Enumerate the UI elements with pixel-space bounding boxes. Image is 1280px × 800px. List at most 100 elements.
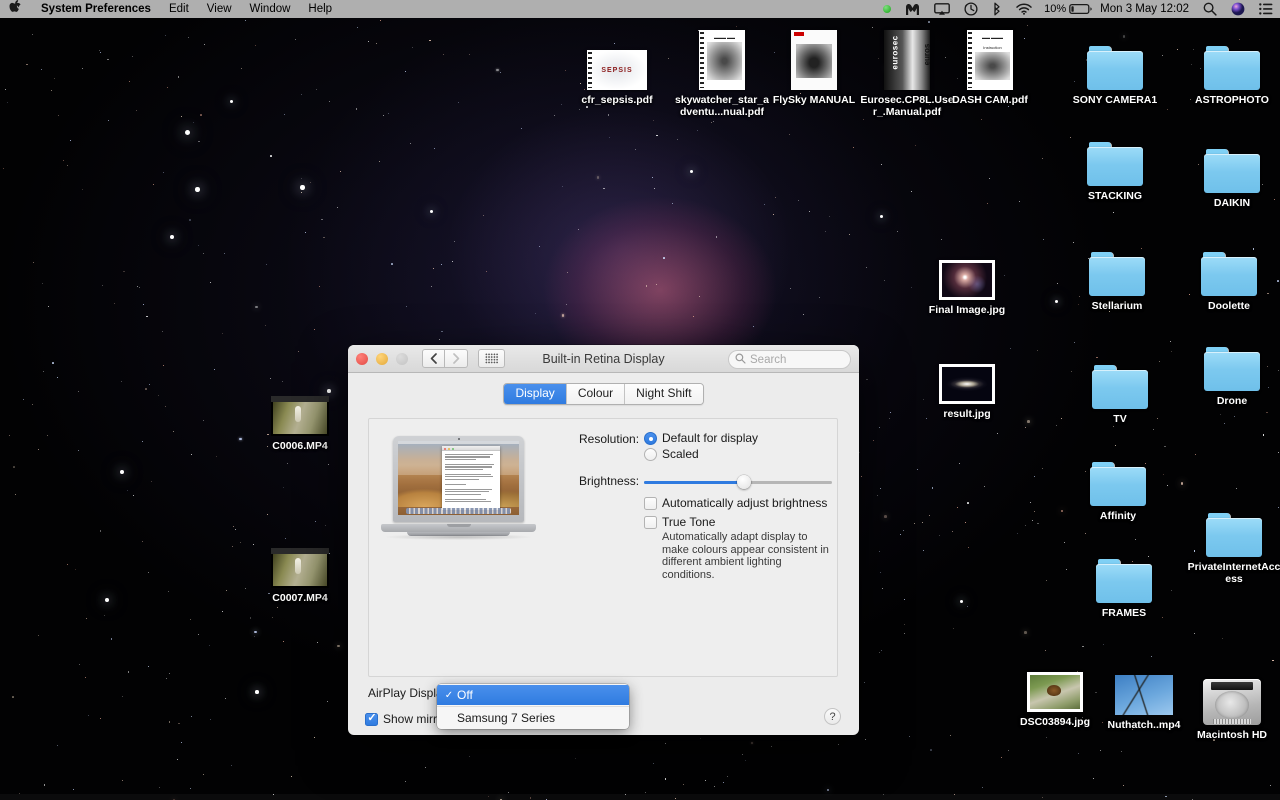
minimize-button[interactable] <box>376 352 388 365</box>
desktop-icon-label: STACKING <box>1087 190 1143 202</box>
wifi-icon[interactable] <box>1009 0 1039 18</box>
desktop-icon-thumb <box>1204 28 1260 90</box>
desktop-icon[interactable]: FlySky MANUAL <box>766 28 862 106</box>
desktop-icon-label: Stellarium <box>1091 300 1143 312</box>
notification-center-icon[interactable] <box>1252 0 1280 18</box>
preview-window-titlebar <box>442 446 500 451</box>
desktop-icon[interactable]: TV <box>1072 347 1168 425</box>
desktop-icon-label: Doolette <box>1208 300 1250 312</box>
desktop-icon[interactable]: C0006.MP4 <box>252 374 348 452</box>
checkbox-auto-adjust-brightness[interactable] <box>644 496 657 510</box>
menu-item-window[interactable]: Window <box>241 3 300 15</box>
desktop-icon[interactable]: ASTROPHOTO <box>1184 28 1280 106</box>
preview-menubar <box>398 441 519 444</box>
brightness-slider[interactable] <box>644 475 832 489</box>
desktop-icon-thumb <box>1090 444 1146 506</box>
tab-display[interactable]: Display <box>504 384 567 404</box>
show-all-button[interactable] <box>478 349 505 368</box>
back-button[interactable] <box>422 349 445 368</box>
menu-item-edit[interactable]: Edit <box>160 3 198 15</box>
slider-knob[interactable] <box>736 475 751 489</box>
desktop-icon[interactable]: SEPSIS cfr_sepsis.pdf <box>569 28 665 106</box>
tab-group[interactable]: Display Colour Night Shift <box>503 383 704 405</box>
desktop-icon[interactable]: C0007.MP4 <box>252 526 348 604</box>
folder-icon <box>1204 46 1260 90</box>
resolution-row: Resolution: Default for display Scaled <box>579 431 829 463</box>
resolution-options[interactable]: Default for display Scaled <box>644 431 758 463</box>
menubar-clock[interactable]: Mon 3 May 12:02 <box>1093 0 1196 18</box>
spotlight-search-icon[interactable] <box>1196 0 1224 18</box>
desktop-icon[interactable]: ▬▬ ▬▬▬ Instruction DASH CAM.pdf <box>942 28 1038 106</box>
menu-item-view[interactable]: View <box>198 3 241 15</box>
checkbox-true-tone[interactable] <box>644 515 657 529</box>
close-button[interactable] <box>356 352 368 365</box>
desktop-icon[interactable]: DSC03894.jpg <box>1007 650 1103 728</box>
desktop-icon[interactable]: Nuthatch..mp4 <box>1096 653 1192 731</box>
menu-bar[interactable]: System Preferences Edit View Window Help 10% M… <box>0 0 1280 18</box>
desktop-icon-label: result.jpg <box>943 408 991 420</box>
desktop-icon[interactable]: Affinity <box>1070 444 1166 522</box>
window-controls[interactable] <box>356 352 408 365</box>
desktop-icon[interactable]: SONY CAMERA1 <box>1067 28 1163 106</box>
search-input[interactable] <box>750 353 844 366</box>
desktop-icon-label: Eurosec.CP8L.User_.Manual.pdf <box>860 94 954 118</box>
help-button[interactable]: ? <box>824 708 841 725</box>
battery-percent-label: 10% <box>1044 3 1067 15</box>
forward-button[interactable] <box>445 349 468 368</box>
search-field[interactable] <box>728 350 851 369</box>
tab-bar[interactable]: Display Colour Night Shift <box>348 383 859 405</box>
tab-colour[interactable]: Colour <box>566 384 626 404</box>
desktop-icon[interactable]: Drone <box>1184 329 1280 407</box>
desktop-icon-label: PrivateInternetAccess <box>1187 561 1280 585</box>
bluetooth-icon[interactable] <box>985 0 1009 18</box>
brightness-row: Brightness: Automatically adjust brightn… <box>579 473 832 581</box>
desktop-icon-thumb: ▬▬ ▬▬▬ Instruction <box>967 28 1013 90</box>
navigation-buttons[interactable] <box>422 349 468 368</box>
desktop-icon[interactable]: result.jpg <box>919 342 1015 420</box>
airplay-menu-item-samsung-7-series[interactable]: Samsung 7 Series <box>437 708 629 728</box>
system-preferences-window[interactable]: Built-in Retina Display DisplayColourNig… <box>348 345 859 735</box>
maximize-button[interactable] <box>396 352 408 365</box>
apple-logo-icon[interactable] <box>0 0 32 16</box>
desktop-icon-thumb <box>1087 28 1143 90</box>
desktop-icon[interactable]: Stellarium <box>1069 234 1165 312</box>
desktop-icon[interactable]: PrivateInternetAccess <box>1186 495 1280 585</box>
airplay-menu-item-off[interactable]: ✓ Off <box>437 685 629 705</box>
resolution-option-default[interactable]: Default for display <box>644 431 758 445</box>
battery-status[interactable]: 10% <box>1039 0 1093 18</box>
desktop-icon-thumb <box>939 342 995 404</box>
desktop-icon[interactable]: Final Image.jpg <box>919 238 1015 316</box>
desktop-icon[interactable]: eurosec euros Eurosec.CP8L.User_.Manual.pd… <box>859 28 955 118</box>
window-titlebar[interactable]: Built-in Retina Display <box>348 345 859 373</box>
desktop-icon[interactable]: DAIKIN <box>1184 131 1280 209</box>
malwarebytes-icon[interactable] <box>898 0 927 18</box>
desktop-icon[interactable]: FRAMES <box>1076 541 1172 619</box>
window-body: Display Colour Night Shift Resolution: D… <box>348 373 859 735</box>
folder-icon <box>1096 559 1152 603</box>
menu-item-help[interactable]: Help <box>299 3 341 15</box>
auto-brightness-option[interactable]: Automatically adjust brightness <box>644 496 832 510</box>
airplay-display-dropdown-menu[interactable]: ✓ Off Samsung 7 Series <box>437 684 629 729</box>
time-machine-icon[interactable] <box>957 0 985 18</box>
desktop-icon-thumb <box>1206 495 1262 557</box>
menu-item-system-preferences[interactable]: System Preferences <box>32 3 160 15</box>
desktop-icon[interactable]: Macintosh HD <box>1184 663 1280 741</box>
video-thumbnail <box>271 548 329 588</box>
macbook-hinge <box>446 524 471 527</box>
folder-icon <box>1090 462 1146 506</box>
folder-icon <box>1092 365 1148 409</box>
desktop-icon[interactable]: STACKING <box>1067 124 1163 202</box>
menubar-status-items[interactable]: 10% Mon 3 May 12:02 <box>876 0 1280 18</box>
siri-icon[interactable] <box>1224 0 1252 18</box>
true-tone-option[interactable]: True Tone <box>644 515 832 529</box>
desktop-icon[interactable]: ▬▬▬ ▬▬▬▬▬▬▬ skywatcher_star_adventu...nua… <box>674 28 770 118</box>
tab-night-shift[interactable]: Night Shift <box>625 384 703 404</box>
desktop-icon[interactable]: Doolette <box>1181 234 1277 312</box>
radio-scaled[interactable] <box>644 447 657 461</box>
desktop-icon-label: ASTROPHOTO <box>1195 94 1269 106</box>
radio-default-for-display[interactable] <box>644 431 657 445</box>
checkbox-show-mirroring[interactable] <box>365 711 378 726</box>
airplay-icon[interactable] <box>927 0 957 18</box>
resolution-option-scaled[interactable]: Scaled <box>644 447 758 461</box>
desktop-icon-thumb <box>1204 329 1260 391</box>
